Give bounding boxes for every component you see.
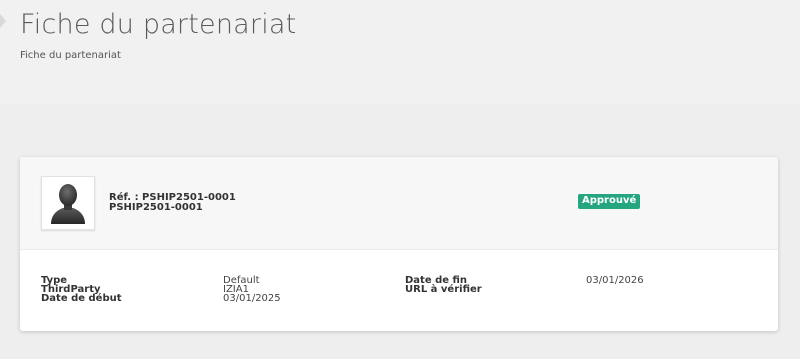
reference-block: Réf. : PSHIP2501-0001 PSHIP2501-0001	[109, 193, 236, 213]
card-header: Réf. : PSHIP2501-0001 PSHIP2501-0001 App…	[20, 157, 778, 250]
person-silhouette-icon	[51, 184, 85, 224]
status-badge: Approuvé	[578, 194, 641, 209]
side-tab-arrow[interactable]	[0, 14, 6, 28]
date-debut-label: Date de début	[41, 293, 122, 304]
reference-subline: PSHIP2501-0001	[109, 202, 203, 213]
page-header: Fiche du partenariat Fiche du partenaria…	[0, 0, 800, 104]
breadcrumb: Fiche du partenariat	[20, 50, 121, 61]
page-title: Fiche du partenariat	[20, 9, 297, 40]
date-fin-value: 03/01/2026	[586, 275, 644, 286]
url-label: URL à vérifier	[405, 284, 482, 295]
date-debut-value: 03/01/2025	[223, 293, 281, 304]
avatar	[41, 176, 95, 230]
partnership-card: Réf. : PSHIP2501-0001 PSHIP2501-0001 App…	[20, 157, 778, 331]
